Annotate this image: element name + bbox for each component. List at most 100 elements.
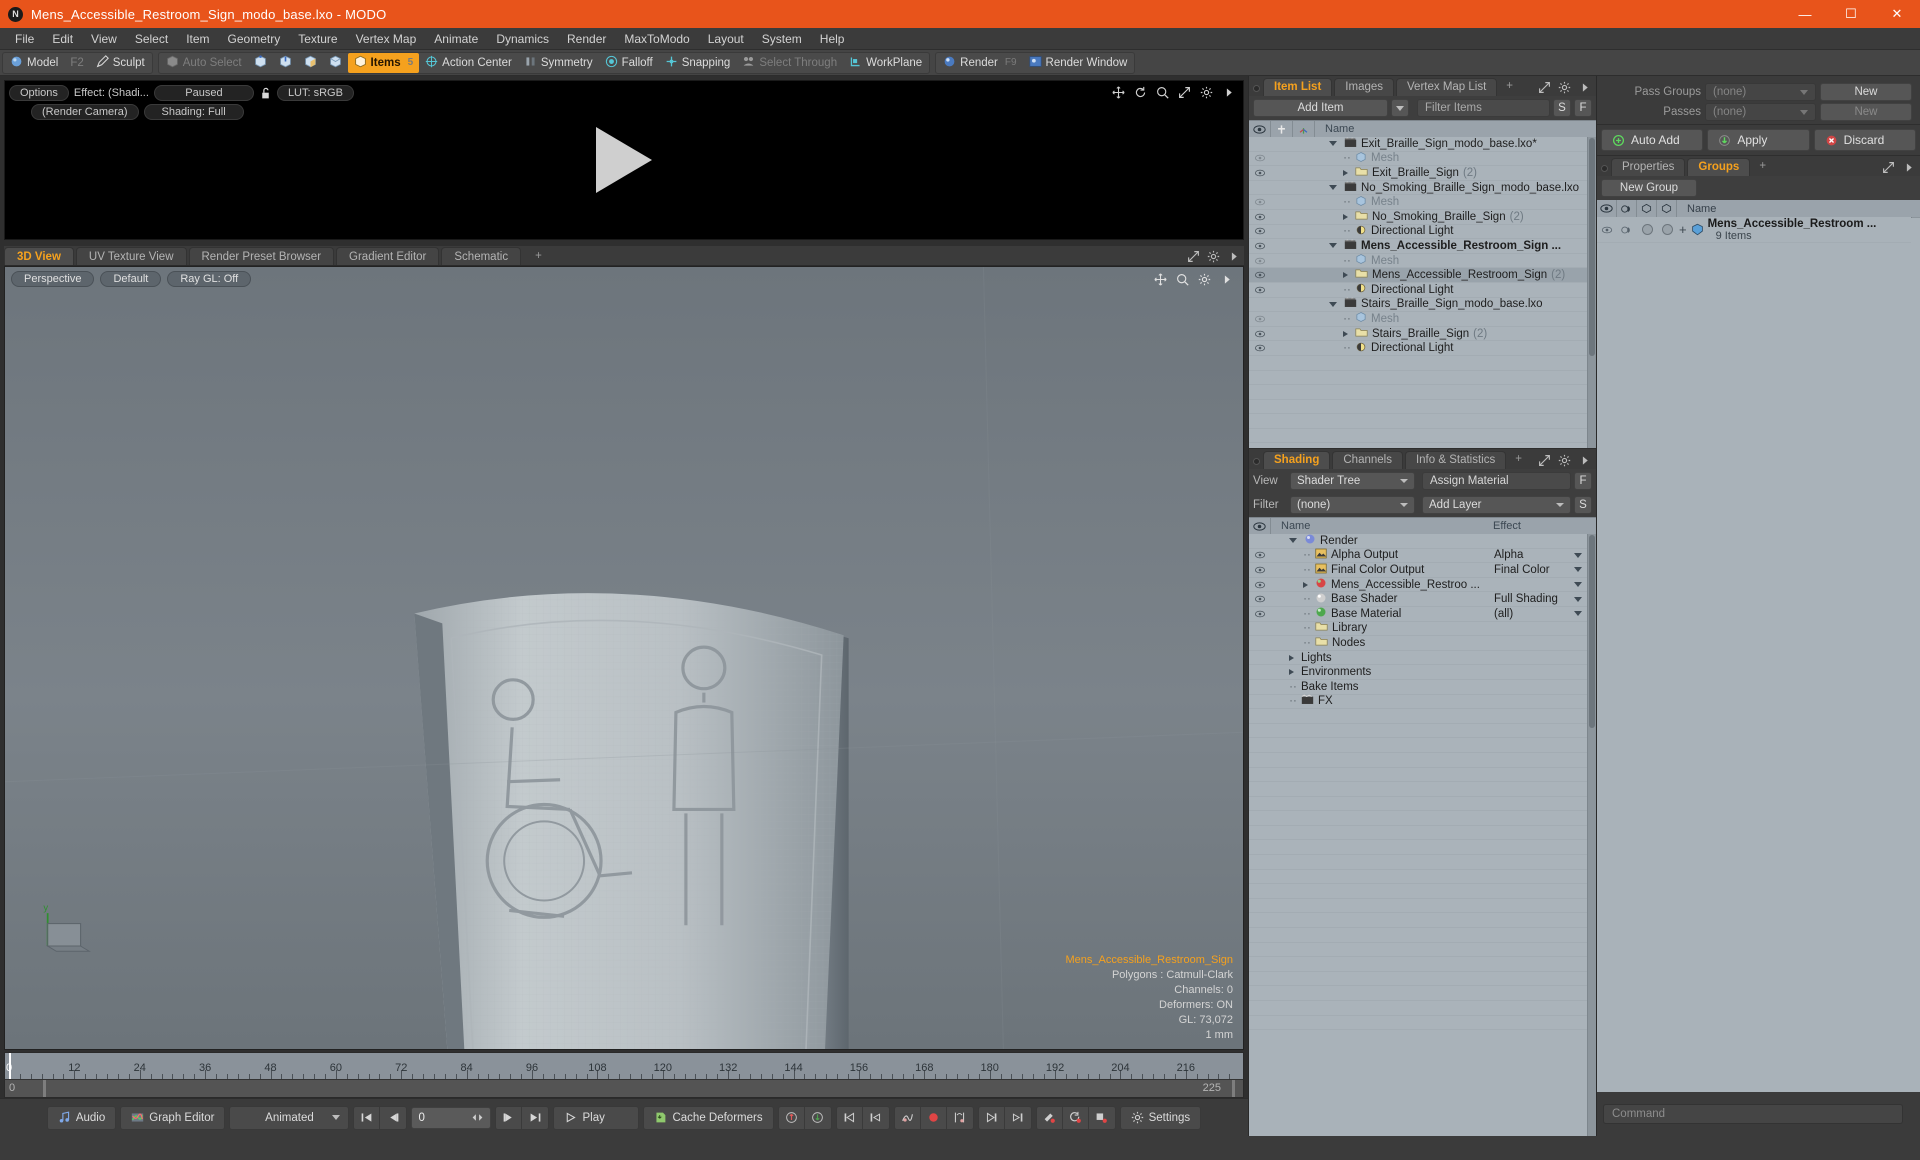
toolbar-model-button[interactable]: Model bbox=[4, 53, 64, 73]
tab-vertex-map-list[interactable]: Vertex Map List bbox=[1396, 78, 1498, 96]
row-visibility-toggle[interactable] bbox=[1249, 137, 1271, 151]
chevron-right-icon[interactable] bbox=[1227, 250, 1240, 263]
go-to-end-button[interactable] bbox=[522, 1107, 548, 1129]
maximize-button[interactable]: ☐ bbox=[1828, 0, 1874, 28]
passes-dropdown[interactable]: (none) bbox=[1705, 103, 1816, 121]
col-render-icon[interactable] bbox=[1617, 200, 1637, 217]
item-list-row[interactable]: ·· Directional Light bbox=[1249, 341, 1587, 356]
toolbar-workplane-button[interactable]: WorkPlane bbox=[843, 53, 928, 73]
render-shading-button[interactable]: Shading: Full bbox=[143, 104, 244, 120]
row-visibility-toggle[interactable] bbox=[1249, 607, 1271, 621]
shading-filter-dropdown[interactable]: (none) bbox=[1290, 496, 1415, 514]
key-down-button[interactable] bbox=[805, 1107, 831, 1129]
item-list-row[interactable]: Mens_Accessible_Restroom_Sign (2) bbox=[1249, 268, 1587, 283]
viewport-tab-uv-texture-view[interactable]: UV Texture View bbox=[75, 247, 187, 265]
panel-menu-dot-icon[interactable] bbox=[1601, 165, 1608, 172]
menu-item-dynamics[interactable]: Dynamics bbox=[487, 28, 558, 50]
row-transform-toggle[interactable] bbox=[1291, 283, 1311, 297]
row-visibility-toggle[interactable] bbox=[1249, 210, 1271, 224]
next-key-button[interactable] bbox=[979, 1106, 1005, 1129]
filter-s-button[interactable]: S bbox=[1553, 99, 1571, 117]
col-visibility-icon[interactable] bbox=[1249, 120, 1271, 138]
row-visibility-toggle[interactable] bbox=[1249, 225, 1271, 239]
row-name-cell[interactable]: ·· Mesh bbox=[1311, 195, 1587, 210]
row-visibility-toggle[interactable] bbox=[1249, 239, 1271, 253]
row-select-toggle[interactable] bbox=[1637, 221, 1657, 238]
row-lock-toggle[interactable] bbox=[1271, 195, 1291, 209]
group-expand-plus[interactable]: + bbox=[1679, 222, 1687, 237]
row-lock-toggle[interactable] bbox=[1271, 137, 1291, 151]
row-transform-toggle[interactable] bbox=[1291, 181, 1311, 195]
row-effect-cell[interactable]: Final Color bbox=[1489, 564, 1587, 576]
toolbar-select-through-button[interactable]: Select Through bbox=[736, 53, 843, 73]
prev-key2-button[interactable] bbox=[863, 1107, 889, 1129]
tab-info-statistics[interactable]: Info & Statistics bbox=[1404, 451, 1507, 469]
row-name-cell[interactable]: Mens_Accessible_Restroom_Sign (2) bbox=[1311, 268, 1587, 282]
render-options-button[interactable]: Options bbox=[9, 85, 69, 101]
viewport-tab--[interactable]: + bbox=[523, 247, 554, 265]
row-visibility-toggle[interactable] bbox=[1249, 152, 1271, 166]
row-name-cell[interactable]: ·· Directional Light bbox=[1311, 224, 1587, 239]
filter-f-button[interactable]: F bbox=[1574, 99, 1592, 117]
timeline-range-bar[interactable]: 0 225 bbox=[5, 1079, 1243, 1097]
render-effect-label[interactable]: Effect: (Shadi... bbox=[74, 87, 149, 99]
play-button[interactable]: Play bbox=[553, 1105, 640, 1130]
item-list-row[interactable]: No_Smoking_Braille_Sign (2) bbox=[1249, 209, 1587, 225]
lut-button[interactable]: LUT: sRGB bbox=[276, 85, 354, 101]
toolbar-material-icon-icon[interactable] bbox=[323, 53, 348, 73]
row-lock-toggle[interactable] bbox=[1271, 283, 1291, 297]
row-name-cell[interactable]: ·· Mesh bbox=[1311, 253, 1587, 268]
shading-f-button[interactable]: F bbox=[1574, 472, 1592, 490]
row-visibility-toggle[interactable] bbox=[1249, 283, 1271, 297]
close-button[interactable]: ✕ bbox=[1874, 0, 1920, 28]
chevron-right-icon[interactable] bbox=[1578, 81, 1591, 94]
row-lock-toggle[interactable] bbox=[1657, 221, 1677, 238]
apply-button[interactable]: Apply bbox=[1707, 129, 1810, 151]
item-list-row[interactable]: ·· Mesh bbox=[1249, 151, 1587, 167]
row-visibility-toggle[interactable] bbox=[1249, 680, 1271, 694]
new-group-button[interactable]: New Group bbox=[1601, 179, 1697, 197]
shader-view-dropdown[interactable]: Shader Tree bbox=[1290, 472, 1415, 490]
col-select-icon[interactable] bbox=[1637, 200, 1657, 217]
gear-icon[interactable] bbox=[1198, 273, 1211, 286]
row-transform-toggle[interactable] bbox=[1291, 341, 1311, 355]
row-lock-toggle[interactable] bbox=[1271, 152, 1291, 166]
row-name-cell[interactable]: No_Smoking_Braille_Sign_modo_base.lxo bbox=[1311, 181, 1587, 195]
collapse-triangle-icon[interactable] bbox=[1329, 185, 1337, 191]
viewport-tab-gradient-editor[interactable]: Gradient Editor bbox=[336, 247, 440, 265]
row-visibility-toggle[interactable] bbox=[1249, 195, 1271, 209]
curve-button[interactable] bbox=[895, 1106, 921, 1129]
row-name-cell[interactable]: Lights bbox=[1271, 652, 1489, 664]
tab--[interactable]: + bbox=[1508, 451, 1529, 469]
effect-dropdown-arrow[interactable] bbox=[1574, 596, 1582, 602]
row-name-cell[interactable]: ·· FX bbox=[1271, 694, 1489, 708]
row-visibility-toggle[interactable] bbox=[1597, 221, 1617, 238]
menu-item-select[interactable]: Select bbox=[126, 28, 177, 50]
gear-icon[interactable] bbox=[1200, 86, 1213, 99]
tab-groups[interactable]: Groups bbox=[1687, 158, 1751, 176]
row-name-cell[interactable]: ·· Directional Light bbox=[1311, 282, 1587, 297]
chevron-right-icon[interactable] bbox=[1222, 86, 1235, 99]
panel-menu-dot-icon[interactable] bbox=[1253, 85, 1260, 92]
row-visibility-toggle[interactable] bbox=[1249, 651, 1271, 665]
playhead[interactable] bbox=[9, 1053, 11, 1079]
row-visibility-toggle[interactable] bbox=[1249, 268, 1271, 282]
row-name-cell[interactable]: ·· Base Material bbox=[1271, 606, 1489, 621]
row-transform-toggle[interactable] bbox=[1291, 239, 1311, 253]
viewport-control-default[interactable]: Default bbox=[100, 271, 162, 287]
menu-item-item[interactable]: Item bbox=[177, 28, 218, 50]
menu-item-system[interactable]: System bbox=[753, 28, 811, 50]
row-lock-toggle[interactable] bbox=[1271, 225, 1291, 239]
toolbar-sculpt-button[interactable]: Sculpt bbox=[90, 53, 151, 73]
row-visibility-toggle[interactable] bbox=[1249, 254, 1271, 268]
tab--[interactable]: + bbox=[1752, 158, 1773, 176]
effect-dropdown-arrow[interactable] bbox=[1574, 582, 1582, 588]
toolbar-render-window-button[interactable]: Render Window bbox=[1023, 53, 1134, 73]
expand-triangle-icon[interactable] bbox=[1343, 330, 1348, 337]
row-name-cell[interactable]: ·· Mesh bbox=[1311, 151, 1587, 166]
item-list-row[interactable]: ·· Directional Light bbox=[1249, 282, 1587, 298]
item-list-row[interactable]: Stairs_Braille_Sign_modo_base.lxo bbox=[1249, 297, 1587, 313]
chevron-right-icon[interactable] bbox=[1220, 273, 1233, 286]
shader-tree-row[interactable]: ·· FX bbox=[1249, 694, 1587, 710]
go-to-start-button[interactable] bbox=[354, 1106, 381, 1129]
